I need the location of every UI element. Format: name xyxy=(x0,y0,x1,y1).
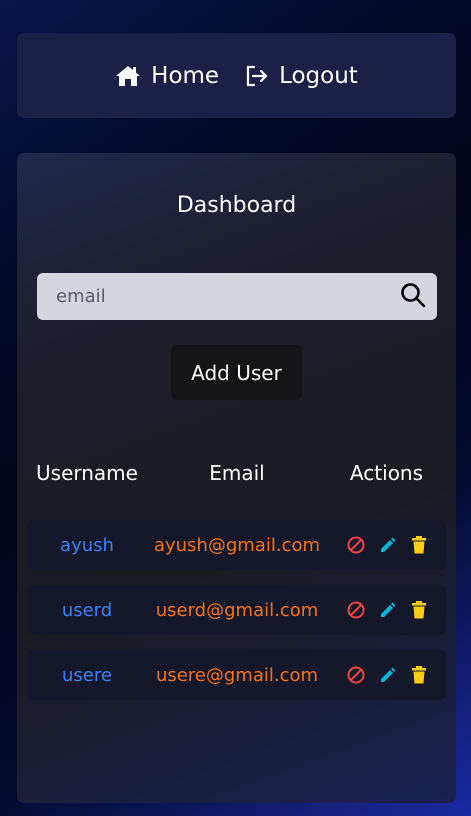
row-username[interactable]: ayush xyxy=(27,520,147,570)
column-header-username: Username xyxy=(36,461,138,485)
add-user-button[interactable]: Add User xyxy=(171,345,302,400)
row-username[interactable]: userd xyxy=(27,585,147,635)
search-bar xyxy=(37,272,437,321)
top-nav: Home Logout xyxy=(17,33,456,118)
search-button[interactable] xyxy=(389,273,437,320)
edit-icon[interactable] xyxy=(379,536,397,554)
row-email: ayush@gmail.com xyxy=(153,534,321,556)
nav-logout-label: Logout xyxy=(279,62,358,89)
row-email: userd@gmail.com xyxy=(155,599,319,621)
logout-icon xyxy=(245,65,269,87)
row-email: usere@gmail.com xyxy=(155,664,319,686)
column-header-actions: Actions xyxy=(349,461,424,485)
row-username[interactable]: usere xyxy=(27,650,147,700)
table-row: usere usere@gmail.com xyxy=(27,650,446,700)
search-icon xyxy=(400,282,426,312)
edit-icon[interactable] xyxy=(379,601,397,619)
nav-home-label: Home xyxy=(151,62,220,89)
nav-logout-link[interactable]: Logout xyxy=(245,63,358,89)
nav-home-link[interactable]: Home xyxy=(115,63,219,89)
delete-icon[interactable] xyxy=(411,536,427,554)
row-actions xyxy=(327,520,446,570)
row-actions xyxy=(327,650,446,700)
home-icon xyxy=(115,65,141,87)
delete-icon[interactable] xyxy=(411,601,427,619)
column-header-email: Email xyxy=(209,461,265,485)
delete-icon[interactable] xyxy=(411,666,427,684)
edit-icon[interactable] xyxy=(379,666,397,684)
dashboard-card: Dashboard Add User Username Email Action… xyxy=(17,153,456,803)
row-actions xyxy=(327,585,446,635)
table-row: userd userd@gmail.com xyxy=(27,585,446,635)
block-icon[interactable] xyxy=(347,666,365,684)
table-row: ayush ayush@gmail.com xyxy=(27,520,446,570)
block-icon[interactable] xyxy=(347,601,365,619)
page-title: Dashboard xyxy=(176,193,297,218)
block-icon[interactable] xyxy=(347,536,365,554)
search-input[interactable] xyxy=(37,272,389,321)
table-header: Username Email Actions xyxy=(27,461,446,495)
